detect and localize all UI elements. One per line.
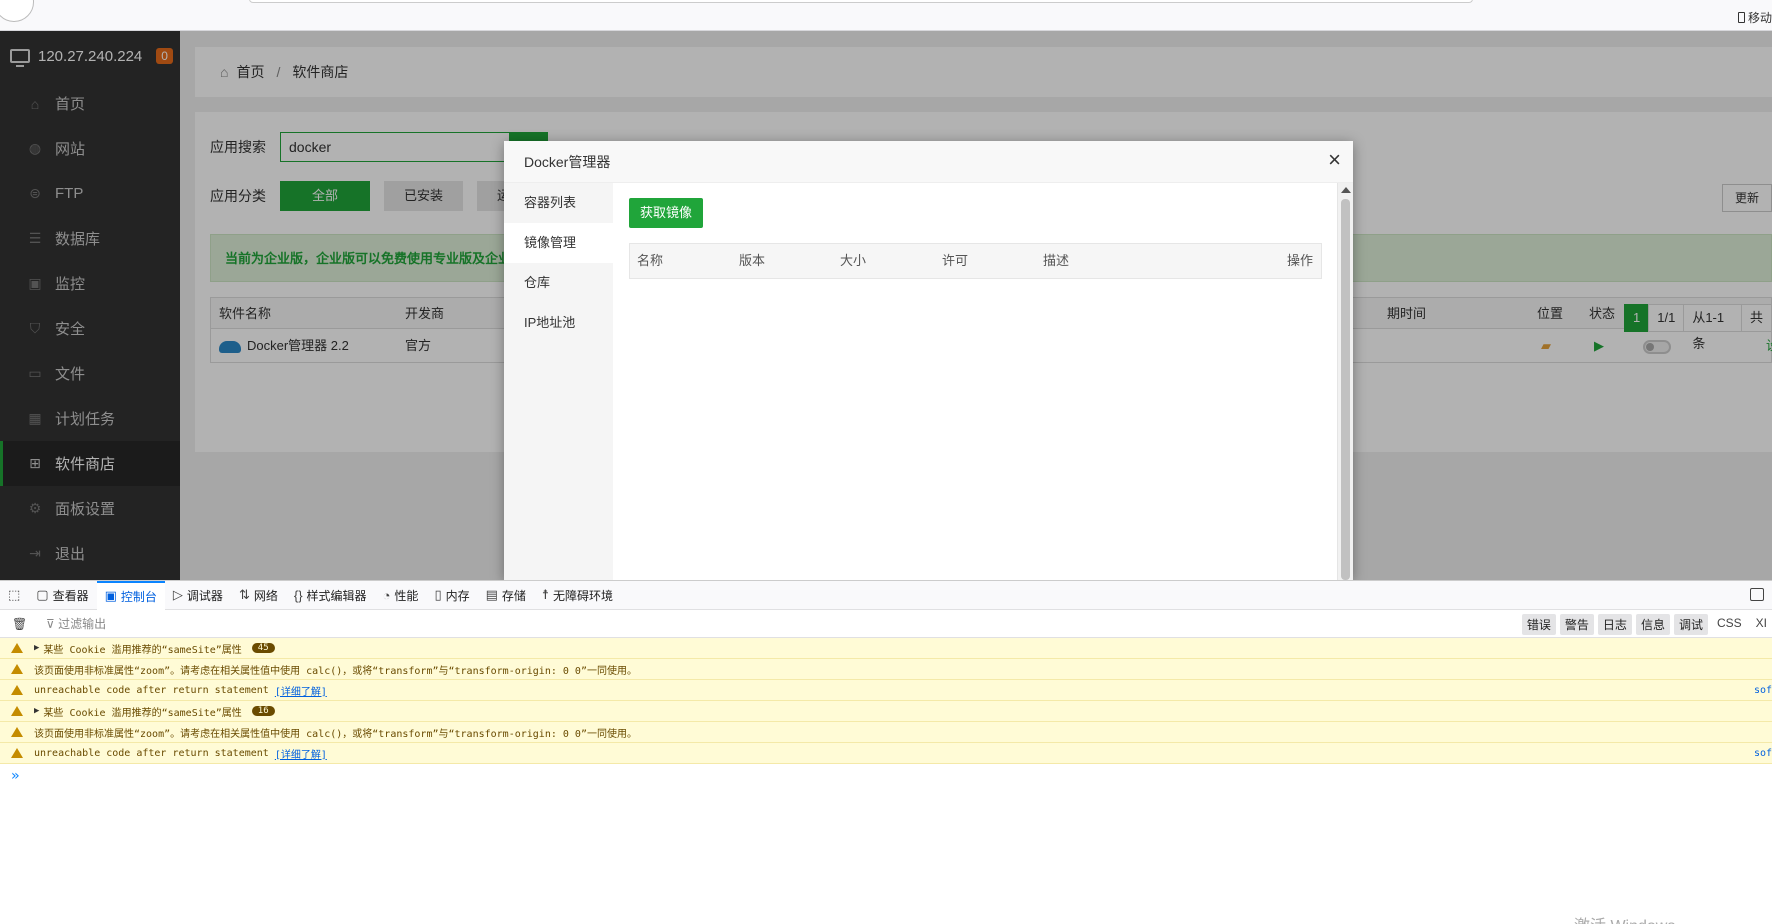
get-image-button[interactable]: 获取镜像 bbox=[629, 198, 704, 228]
network-icon: ⇅ bbox=[238, 587, 250, 602]
performance-icon: ◔ bbox=[382, 587, 391, 603]
dock-icon[interactable] bbox=[1750, 588, 1764, 601]
filter-logs[interactable]: 日志 bbox=[1597, 614, 1632, 635]
console-message[interactable]: ▶ 某些 Cookie 滥用推荐的“sameSite”属性 16 bbox=[0, 701, 1772, 722]
col-version: 版本 bbox=[739, 253, 766, 268]
tab-console[interactable]: ▣ 控制台 bbox=[96, 580, 165, 610]
col-actions: 操作 bbox=[1286, 253, 1313, 268]
debugger-icon: ▷ bbox=[172, 587, 183, 602]
console-message[interactable]: ▶ 某些 Cookie 滥用推荐的“sameSite”属性 45 bbox=[0, 638, 1772, 659]
warning-icon bbox=[11, 727, 23, 737]
tab-storage[interactable]: ▤ 存储 bbox=[478, 581, 534, 610]
memory-icon: ▯ bbox=[434, 587, 442, 602]
address-bar[interactable] bbox=[249, 0, 1473, 3]
storage-icon: ▤ bbox=[485, 587, 498, 602]
console-icon: ▣ bbox=[104, 588, 117, 603]
tab-container-list[interactable]: 容器列表 bbox=[504, 183, 613, 223]
tab-memory[interactable]: ▯ 内存 bbox=[426, 581, 477, 610]
tab-style-editor[interactable]: {} 样式编辑器 bbox=[286, 581, 375, 610]
warning-icon bbox=[11, 706, 23, 716]
col-name: 名称 bbox=[637, 253, 664, 268]
message-count: 45 bbox=[251, 643, 275, 653]
filter-icon: ⊽ bbox=[46, 617, 59, 631]
console-input[interactable]: » bbox=[0, 764, 1772, 784]
filter-errors[interactable]: 错误 bbox=[1521, 614, 1556, 635]
warning-icon bbox=[11, 748, 23, 758]
panel-app: 120.27.240.224 0 ⌂ 首页 ◍ 网站 ⊜ FTP ☰ 数据库 ▣ 监控 ⛉… bbox=[0, 31, 1772, 580]
message-source[interactable]: sof bbox=[1754, 685, 1772, 696]
element-picker-button[interactable]: ⬚ bbox=[0, 581, 28, 610]
col-size: 大小 bbox=[840, 253, 867, 268]
image-table-header: 名称 版本 大小 许可 描述 操作 bbox=[629, 243, 1322, 279]
message-count: 16 bbox=[251, 706, 275, 716]
tab-repository[interactable]: 仓库 bbox=[504, 263, 613, 303]
col-description: 描述 bbox=[1043, 253, 1070, 268]
console-message[interactable]: 该页面使用非标准属性“zoom”。请考虑在相关属性值中使用 calc()，或将“… bbox=[0, 722, 1772, 743]
modal-body: 获取镜像 名称 版本 大小 许可 描述 操作 bbox=[613, 183, 1353, 580]
inspector-icon: ▢ bbox=[36, 587, 49, 602]
tab-image-management[interactable]: 镜像管理 bbox=[504, 223, 613, 263]
tab-accessibility[interactable]: ☨ 无障碍环境 bbox=[534, 581, 621, 610]
console-filter-bar: 🗑 ⊽ 过滤输出 错误 警告 日志 信息 调试 CSS XI bbox=[0, 610, 1772, 638]
close-icon[interactable]: × bbox=[1328, 149, 1341, 171]
expand-icon[interactable]: ▶ bbox=[34, 643, 39, 653]
accessibility-icon: ☨ bbox=[541, 587, 550, 602]
tab-network[interactable]: ⇅ 网络 bbox=[231, 581, 286, 610]
trash-icon[interactable]: 🗑 bbox=[12, 617, 27, 631]
modal-scrollbar[interactable] bbox=[1337, 183, 1353, 580]
filter-info[interactable]: 信息 bbox=[1635, 614, 1670, 635]
filter-buttons: 错误 警告 日志 信息 调试 CSS XI bbox=[1521, 614, 1772, 635]
warning-icon bbox=[11, 664, 23, 674]
picker-icon: ⬚ bbox=[8, 587, 21, 602]
filter-input[interactable]: ⊽ 过滤输出 bbox=[46, 615, 106, 632]
warning-icon bbox=[11, 643, 23, 653]
tab-inspector[interactable]: ▢ 查看器 bbox=[28, 581, 96, 610]
console-message[interactable]: unreachable code after return statement[… bbox=[0, 743, 1772, 764]
docker-manager-modal: Docker管理器 × 容器列表 镜像管理 仓库 IP地址池 获取镜像 名称 版… bbox=[504, 141, 1353, 580]
expand-icon[interactable]: ▶ bbox=[34, 706, 39, 716]
console-message[interactable]: 该页面使用非标准属性“zoom”。请考虑在相关属性值中使用 calc()，或将“… bbox=[0, 659, 1772, 680]
phone-icon bbox=[1737, 12, 1745, 23]
style-editor-icon: {} bbox=[293, 587, 303, 603]
browser-toolbar: 移动 bbox=[0, 0, 1772, 31]
filter-xhr[interactable]: XI bbox=[1751, 614, 1772, 635]
tab-ip-pool[interactable]: IP地址池 bbox=[504, 303, 613, 343]
learn-more-link[interactable]: [详细了解] bbox=[275, 683, 327, 698]
warning-icon bbox=[11, 685, 23, 695]
modal-header: Docker管理器 bbox=[504, 141, 1353, 183]
browser-button[interactable] bbox=[0, 0, 34, 22]
scroll-thumb[interactable] bbox=[1341, 199, 1350, 580]
mobile-bookmarks[interactable]: 移动 bbox=[1737, 9, 1772, 26]
filter-debug[interactable]: 调试 bbox=[1673, 614, 1708, 635]
scroll-up-icon[interactable] bbox=[1341, 187, 1351, 193]
filter-css[interactable]: CSS bbox=[1712, 614, 1747, 635]
activation-watermark: 激活 Windows bbox=[1574, 912, 1675, 924]
col-license: 许可 bbox=[942, 253, 969, 268]
console-output: ▶ 某些 Cookie 滥用推荐的“sameSite”属性 45 该页面使用非标准属… bbox=[0, 638, 1772, 924]
modal-title: Docker管理器 bbox=[524, 153, 611, 170]
console-message[interactable]: unreachable code after return statement[… bbox=[0, 680, 1772, 701]
learn-more-link[interactable]: [详细了解] bbox=[275, 746, 327, 761]
message-source[interactable]: sof bbox=[1754, 748, 1772, 759]
devtools-toolbar: ⬚ ▢ 查看器 ▣ 控制台 ▷ 调试器 ⇅ 网络 {} 样式编辑器 ◔ 性能 ▯ 内存 ▤ 存储… bbox=[0, 580, 1772, 610]
tab-performance[interactable]: ◔ 性能 bbox=[375, 581, 427, 610]
filter-warnings[interactable]: 警告 bbox=[1559, 614, 1594, 635]
tab-debugger[interactable]: ▷ 调试器 bbox=[165, 581, 231, 610]
modal-nav: 容器列表 镜像管理 仓库 IP地址池 bbox=[504, 183, 613, 580]
